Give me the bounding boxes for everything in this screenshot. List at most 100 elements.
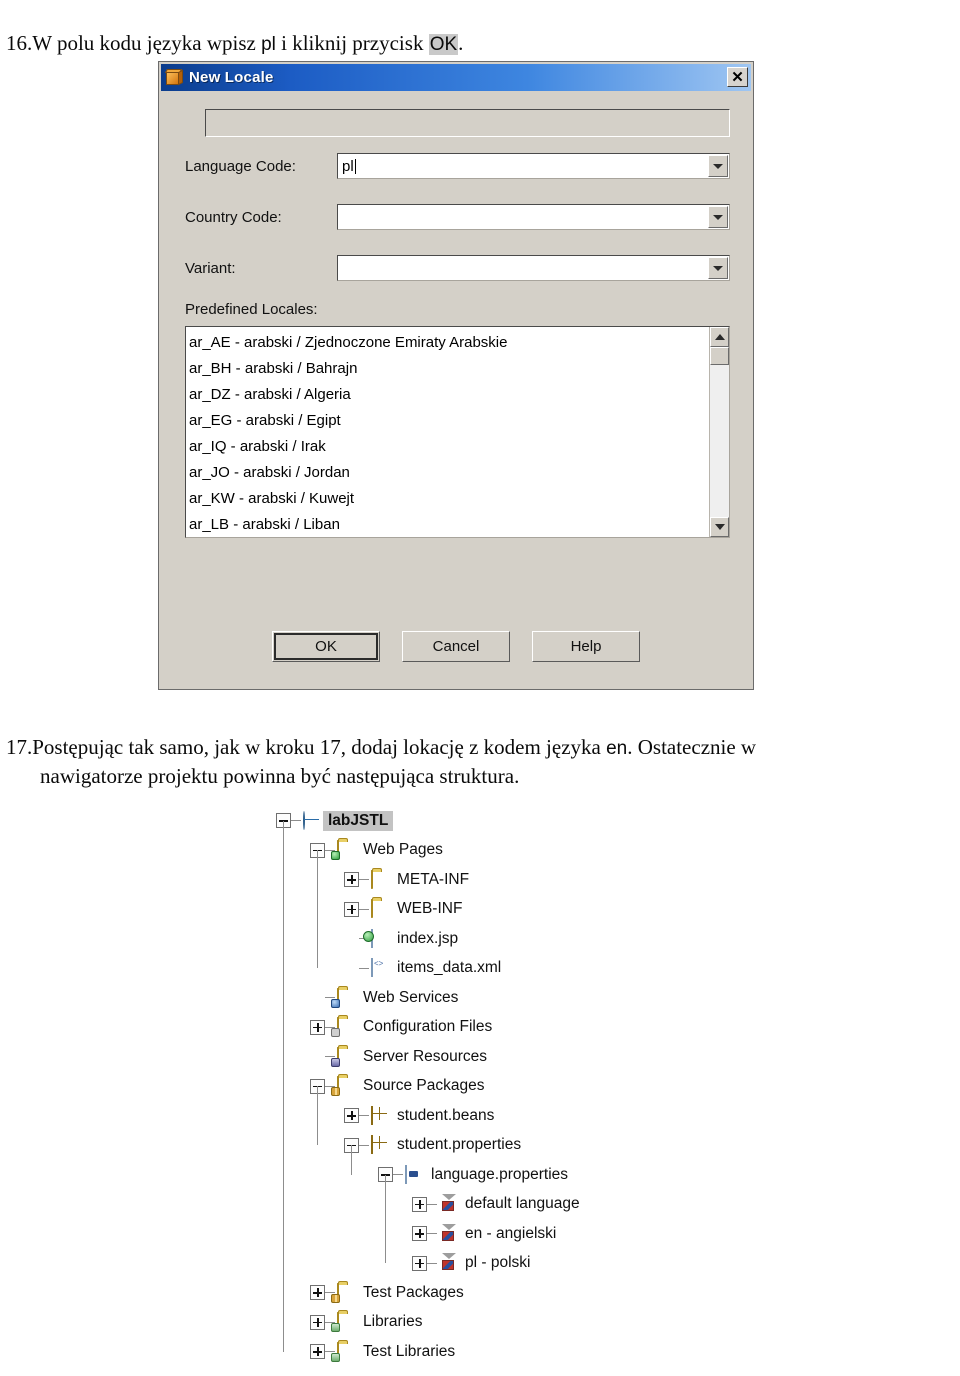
tree-node[interactable]: index.jsp (276, 924, 696, 954)
language-code-input[interactable]: pl (338, 158, 354, 175)
list-item[interactable]: ar_IQ - arabski / Irak (189, 434, 709, 460)
tree-node[interactable]: Web Services (276, 983, 696, 1013)
java-package-icon (371, 1105, 391, 1125)
xml-file-icon (371, 958, 391, 978)
expand-toggle-icon[interactable] (310, 1314, 325, 1330)
list-item[interactable]: ar_JO - arabski / Jordan (189, 460, 709, 486)
expand-toggle-icon[interactable] (412, 1196, 427, 1212)
step-17-instruction: 17.Postępując tak samo, jak w kroku 17, … (6, 733, 952, 790)
tree-node[interactable]: student.beans (276, 1101, 696, 1131)
step-17-text-part2: . Ostatecznie w (627, 735, 757, 759)
tree-node[interactable]: Configuration Files (276, 1013, 696, 1043)
step-17-text-part1: Postępując tak samo, jak w kroku 17, dod… (32, 735, 607, 759)
list-item[interactable]: ar_EG - arabski / Egipt (189, 408, 709, 434)
tree-connector-line (317, 850, 318, 969)
tree-node[interactable]: Source Packages (276, 1072, 696, 1102)
country-code-dropdown-button[interactable] (708, 206, 728, 228)
locale-flag-icon (439, 1194, 459, 1214)
step-16-button-ref-ok: OK (428, 34, 459, 55)
predefined-locales-label: Predefined Locales: (185, 301, 318, 318)
expand-toggle-icon[interactable] (310, 1344, 325, 1360)
tree-node[interactable]: pl - polski (276, 1249, 696, 1279)
libraries-folder-icon (331, 1312, 357, 1333)
list-item[interactable]: ar_AE - arabski / Zjednoczone Emiraty Ar… (189, 330, 709, 356)
tree-node[interactable]: WEB-INF (276, 895, 696, 925)
language-code-dropdown-button[interactable] (708, 155, 728, 177)
tree-node-label: Libraries (363, 1313, 423, 1331)
tree-node[interactable]: Libraries (276, 1308, 696, 1338)
tree-node-label: language.properties (431, 1165, 569, 1183)
tree-connector-line (427, 1262, 437, 1264)
tree-node[interactable]: en - angielski (276, 1219, 696, 1249)
tree-node[interactable]: Server Resources (276, 1042, 696, 1072)
dialog-button-bar: OK Cancel Help (161, 631, 751, 662)
arrow-down-icon (714, 524, 725, 530)
tree-node-label: student.beans (397, 1106, 495, 1124)
folder-icon (371, 869, 391, 889)
chevron-down-icon (713, 163, 723, 169)
predefined-locales-list[interactable]: ar_AE - arabski / Zjednoczone Emiraty Ar… (185, 326, 730, 538)
tree-connector-line (427, 1233, 437, 1235)
expand-toggle-icon[interactable] (344, 901, 359, 917)
tree-node[interactable]: Test Libraries (276, 1337, 696, 1367)
locale-flag-icon (439, 1253, 459, 1273)
tree-node-label: Test Packages (363, 1283, 464, 1301)
tree-node-label: Configuration Files (363, 1018, 493, 1036)
scrollbar-thumb[interactable] (710, 347, 729, 365)
country-code-combo[interactable] (337, 204, 730, 230)
tree-connector-line (427, 1203, 437, 1205)
ok-button[interactable]: OK (272, 631, 380, 662)
list-item[interactable]: ar_DZ - arabski / Algeria (189, 382, 709, 408)
tree-connector-line (317, 1086, 318, 1146)
close-icon[interactable]: ✕ (727, 67, 748, 87)
dialog-body: Language Code: pl Country Code: Variant: (161, 91, 751, 687)
tree-node-label: Web Pages (363, 841, 443, 859)
tree-node-label: student.properties (397, 1136, 522, 1154)
arrow-up-icon (714, 334, 725, 340)
list-item[interactable]: ar_KW - arabski / Kuwejt (189, 486, 709, 512)
help-button[interactable]: Help (532, 631, 640, 662)
tree-connector-line (359, 879, 369, 881)
expand-toggle-icon[interactable] (310, 1019, 325, 1035)
tree-node-label: pl - polski (465, 1254, 531, 1272)
variant-label: Variant: (185, 259, 236, 277)
variant-dropdown-button[interactable] (708, 257, 728, 279)
step-16-instruction: 16.W polu kodu języka wpisz pl i kliknij… (6, 29, 946, 58)
tree-node[interactable]: META-INF (276, 865, 696, 895)
dialog-title: New Locale (189, 69, 274, 86)
language-code-label: Language Code: (185, 157, 296, 175)
expand-toggle-icon[interactable] (412, 1255, 427, 1271)
tree-node[interactable]: language.properties (276, 1160, 696, 1190)
tree-connector-line (359, 1144, 369, 1146)
scroll-down-button[interactable] (710, 517, 729, 537)
tree-connector-line (283, 820, 284, 1352)
step-17-code-en: en (606, 738, 628, 759)
language-code-combo[interactable]: pl (337, 153, 730, 179)
jsp-file-icon (371, 928, 391, 948)
java-package-icon (371, 1135, 391, 1155)
variant-combo[interactable] (337, 255, 730, 281)
tree-node[interactable]: default language (276, 1190, 696, 1220)
list-item[interactable]: ar_LB - arabski / Liban (189, 512, 709, 537)
cancel-button[interactable]: Cancel (402, 631, 510, 662)
scrollbar-track[interactable] (710, 365, 729, 517)
project-navigator-tree: labJSTL Web Pages META-INF WEB-INF index.jsp… (276, 806, 696, 1367)
expand-toggle-icon[interactable] (344, 872, 359, 888)
chevron-down-icon (713, 265, 723, 271)
tree-node[interactable]: student.properties (276, 1131, 696, 1161)
list-item[interactable]: ar_BH - arabski / Bahrajn (189, 356, 709, 382)
locale-box-icon (164, 68, 184, 87)
tree-node[interactable]: Test Packages (276, 1278, 696, 1308)
tree-node-label: index.jsp (397, 929, 459, 947)
locales-scrollbar[interactable] (709, 327, 729, 537)
expand-toggle-icon[interactable] (310, 1285, 325, 1301)
expand-toggle-icon[interactable] (412, 1226, 427, 1242)
step-16-text-part2: i kliknij przycisk (275, 31, 429, 55)
step-16-number: 16. (6, 31, 33, 55)
tree-root-node[interactable]: labJSTL (276, 806, 696, 836)
tree-node[interactable]: items_data.xml (276, 954, 696, 984)
scroll-up-button[interactable] (710, 327, 729, 347)
tree-node[interactable]: Web Pages (276, 836, 696, 866)
expand-toggle-icon[interactable] (344, 1108, 359, 1124)
tree-node-label: Web Services (363, 988, 459, 1006)
